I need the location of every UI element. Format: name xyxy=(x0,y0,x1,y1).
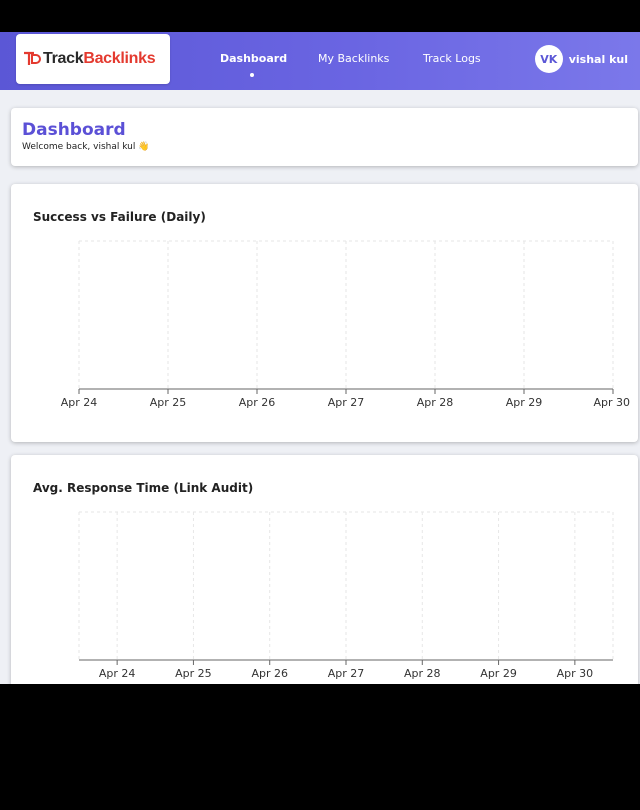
x-tick-label: Apr 27 xyxy=(328,667,365,680)
plot-grid xyxy=(78,240,614,389)
x-tick-label: Apr 26 xyxy=(251,667,288,680)
avatar[interactable]: VK xyxy=(534,45,563,73)
response-time-chart-card: Avg. Response Time (Link Audit) Apr 24 Ap… xyxy=(11,455,638,684)
x-tick-label: Apr 30 xyxy=(557,667,594,680)
x-tick-label: Apr 28 xyxy=(417,396,454,409)
nav-my-backlinks[interactable]: My Backlinks xyxy=(318,52,389,65)
success-failure-chart-card: Success vs Failure (Daily) Apr 24 Apr 25 A… xyxy=(11,184,638,442)
top-navbar: TrackBacklinks Dashboard My Backlinks Tr… xyxy=(0,32,640,90)
plot-grid xyxy=(78,511,614,660)
brand-logo[interactable]: TrackBacklinks xyxy=(16,34,170,84)
x-tick-label: Apr 27 xyxy=(328,396,365,409)
logo-text-backlinks: Backlinks xyxy=(83,50,156,67)
page-title: Dashboard xyxy=(22,120,126,140)
x-tick-label: Apr 24 xyxy=(61,396,98,409)
app-screen: TrackBacklinks Dashboard My Backlinks Tr… xyxy=(0,32,640,684)
x-tick-label: Apr 29 xyxy=(480,667,517,680)
logo-text-track: Track xyxy=(43,50,84,67)
logo-icon xyxy=(22,49,42,69)
active-nav-indicator xyxy=(250,73,254,77)
nav-track-logs[interactable]: Track Logs xyxy=(423,52,481,65)
x-tick-label: Apr 26 xyxy=(239,396,276,409)
dashboard-header-card: Dashboard Welcome back, vishal kul 👋 xyxy=(11,108,638,166)
success-failure-chart: Apr 24 Apr 25 Apr 26 Apr 27 Apr 28 Apr 29 Apr … xyxy=(61,240,630,409)
user-name[interactable]: vishal kul xyxy=(569,53,628,66)
x-tick-label: Apr 25 xyxy=(150,396,187,409)
x-tick-label: Apr 28 xyxy=(404,667,441,680)
welcome-message: Welcome back, vishal kul 👋 xyxy=(22,142,150,152)
nav-dashboard[interactable]: Dashboard xyxy=(220,52,287,65)
x-tick-label: Apr 30 xyxy=(593,396,630,409)
x-tick-label: Apr 25 xyxy=(175,667,212,680)
x-tick-label: Apr 24 xyxy=(99,667,136,680)
logo-text: TrackBacklinks xyxy=(43,50,156,68)
response-time-chart: Apr 24 Apr 25 Apr 26 Apr 27 Apr 28 Apr 29 Apr … xyxy=(78,511,614,680)
user-menu[interactable]: VK vishal kul xyxy=(534,45,628,73)
x-tick-label: Apr 29 xyxy=(506,396,543,409)
